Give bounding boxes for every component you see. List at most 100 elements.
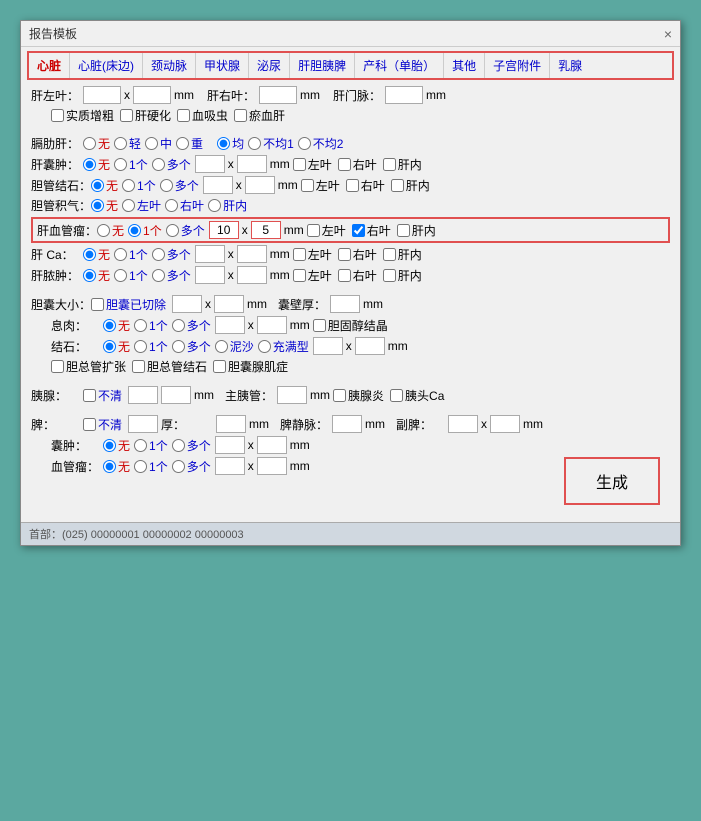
tab-other[interactable]: 其他: [444, 53, 485, 78]
tab-heart-bedside[interactable]: 心脏(床边): [70, 53, 143, 78]
spleen-size1[interactable]: [128, 415, 158, 433]
checkbox-shizhizengcu[interactable]: 实质增粗: [51, 107, 114, 124]
radio-cyst-none[interactable]: 无: [83, 156, 110, 173]
checkbox-bile-left[interactable]: 左叶: [301, 177, 340, 194]
spleen-cyst-size1[interactable]: [215, 436, 245, 454]
checkbox-blood-inner[interactable]: 肝内: [397, 222, 436, 239]
radio-bile-gas-left[interactable]: 左叶: [122, 197, 161, 214]
checkbox-ca-inner[interactable]: 肝内: [383, 246, 422, 263]
liver-blood-size2[interactable]: [251, 221, 281, 239]
tab-carotid[interactable]: 颈动脉: [143, 53, 196, 78]
sub-spleen-input1[interactable]: [448, 415, 478, 433]
spleen-vasc-size1[interactable]: [215, 457, 245, 475]
checkbox-yuxuegan[interactable]: 瘀血肝: [234, 107, 285, 124]
radio-spleen-vasc-many[interactable]: 多个: [172, 458, 211, 475]
radio-bile-gas-none[interactable]: 无: [91, 197, 118, 214]
spleen-cyst-size2[interactable]: [257, 436, 287, 454]
tab-uterine[interactable]: 子宫附件: [485, 53, 550, 78]
pancreas-size1[interactable]: [128, 386, 158, 404]
radio-diaphragm-heavy[interactable]: 重: [176, 135, 203, 152]
checkbox-abscess-inner[interactable]: 肝内: [383, 267, 422, 284]
gb-size-input1[interactable]: [172, 295, 202, 313]
gb-stone-size1[interactable]: [313, 337, 343, 355]
checkbox-abscess-right[interactable]: 右叶: [338, 267, 377, 284]
radio-diaphragm-mild[interactable]: 轻: [114, 135, 141, 152]
liver-right-input[interactable]: [259, 86, 297, 104]
radio-polyp-one[interactable]: 1个: [134, 317, 168, 334]
gb-stone-size2[interactable]: [355, 337, 385, 355]
tab-urology[interactable]: 泌尿: [249, 53, 290, 78]
checkbox-pancreas-unclear[interactable]: 不清: [83, 387, 122, 404]
checkbox-abscess-left[interactable]: 左叶: [293, 267, 332, 284]
checkbox-cholesterol[interactable]: 胆固醇结晶: [313, 317, 388, 334]
spleen-vasc-size2[interactable]: [257, 457, 287, 475]
radio-diaphragm-even[interactable]: 均: [217, 135, 244, 152]
radio-spleen-cyst-none[interactable]: 无: [103, 437, 130, 454]
liver-ca-size2[interactable]: [237, 245, 267, 263]
liver-left-input2[interactable]: [133, 86, 171, 104]
bile-stone-size2[interactable]: [245, 176, 275, 194]
spleen-thick-input[interactable]: [216, 415, 246, 433]
radio-spleen-vasc-one[interactable]: 1个: [134, 458, 168, 475]
checkbox-ca-right[interactable]: 右叶: [338, 246, 377, 263]
radio-stone-none[interactable]: 无: [103, 338, 130, 355]
checkbox-cyst-left[interactable]: 左叶: [293, 156, 332, 173]
radio-spleen-cyst-many[interactable]: 多个: [172, 437, 211, 454]
tab-liver-bili[interactable]: 肝胆胰脾: [290, 53, 355, 78]
radio-bile-stone-one[interactable]: 1个: [122, 177, 156, 194]
radio-diaphragm-uneven1[interactable]: 不均1: [248, 135, 294, 152]
checkbox-cyst-right[interactable]: 右叶: [338, 156, 377, 173]
checkbox-gb-adenomyosis[interactable]: 胆囊腺肌症: [213, 358, 288, 375]
radio-diaphragm-uneven2[interactable]: 不均2: [298, 135, 344, 152]
liver-left-input[interactable]: [83, 86, 121, 104]
tab-thyroid[interactable]: 甲状腺: [196, 53, 249, 78]
checkbox-blood-left[interactable]: 左叶: [307, 222, 346, 239]
checkbox-duct-expand[interactable]: 胆总管扩张: [51, 358, 126, 375]
liver-cyst-size2[interactable]: [237, 155, 267, 173]
radio-bile-gas-inner[interactable]: 肝内: [208, 197, 247, 214]
checkbox-pancreatitis[interactable]: 胰腺炎: [333, 387, 384, 404]
gb-polyp-size1[interactable]: [215, 316, 245, 334]
radio-ca-many[interactable]: 多个: [152, 246, 191, 263]
main-duct-input[interactable]: [277, 386, 307, 404]
radio-cyst-many[interactable]: 多个: [152, 156, 191, 173]
tab-obstetrics[interactable]: 产科（单胎）: [355, 53, 444, 78]
liver-abscess-size2[interactable]: [237, 266, 267, 284]
radio-blood-many[interactable]: 多个: [166, 222, 205, 239]
radio-spleen-cyst-one[interactable]: 1个: [134, 437, 168, 454]
checkbox-spleen-unclear[interactable]: 不清: [83, 416, 122, 433]
radio-diaphragm-none[interactable]: 无: [83, 135, 110, 152]
close-button[interactable]: ×: [664, 26, 672, 42]
radio-bile-gas-right[interactable]: 右叶: [165, 197, 204, 214]
radio-abscess-one[interactable]: 1个: [114, 267, 148, 284]
radio-polyp-none[interactable]: 无: [103, 317, 130, 334]
radio-ca-one[interactable]: 1个: [114, 246, 148, 263]
sub-spleen-input2[interactable]: [490, 415, 520, 433]
tab-heart[interactable]: 心脏: [29, 53, 70, 78]
radio-abscess-none[interactable]: 无: [83, 267, 110, 284]
radio-stone-full[interactable]: 充满型: [258, 338, 309, 355]
checkbox-blood-right[interactable]: 右叶: [352, 222, 391, 239]
checkbox-pancreas-head-ca[interactable]: 胰头Ca: [390, 387, 444, 404]
radio-polyp-many[interactable]: 多个: [172, 317, 211, 334]
radio-blood-one[interactable]: 1个: [128, 222, 162, 239]
radio-blood-none[interactable]: 无: [97, 222, 124, 239]
liver-abscess-size1[interactable]: [195, 266, 225, 284]
checkbox-gb-removed[interactable]: 胆囊已切除: [91, 296, 166, 313]
checkbox-bile-inner[interactable]: 肝内: [391, 177, 430, 194]
gb-size-input2[interactable]: [214, 295, 244, 313]
checkbox-ca-left[interactable]: 左叶: [293, 246, 332, 263]
bile-stone-size1[interactable]: [203, 176, 233, 194]
radio-spleen-vasc-none[interactable]: 无: [103, 458, 130, 475]
gb-polyp-size2[interactable]: [257, 316, 287, 334]
checkbox-ganying[interactable]: 肝硬化: [120, 107, 171, 124]
radio-abscess-many[interactable]: 多个: [152, 267, 191, 284]
radio-stone-one[interactable]: 1个: [134, 338, 168, 355]
radio-bile-stone-many[interactable]: 多个: [160, 177, 199, 194]
radio-stone-mud[interactable]: 泥沙: [215, 338, 254, 355]
radio-ca-none[interactable]: 无: [83, 246, 110, 263]
liver-ca-size1[interactable]: [195, 245, 225, 263]
checkbox-xuexichong[interactable]: 血吸虫: [177, 107, 228, 124]
radio-stone-many[interactable]: 多个: [172, 338, 211, 355]
liver-portal-input[interactable]: [385, 86, 423, 104]
